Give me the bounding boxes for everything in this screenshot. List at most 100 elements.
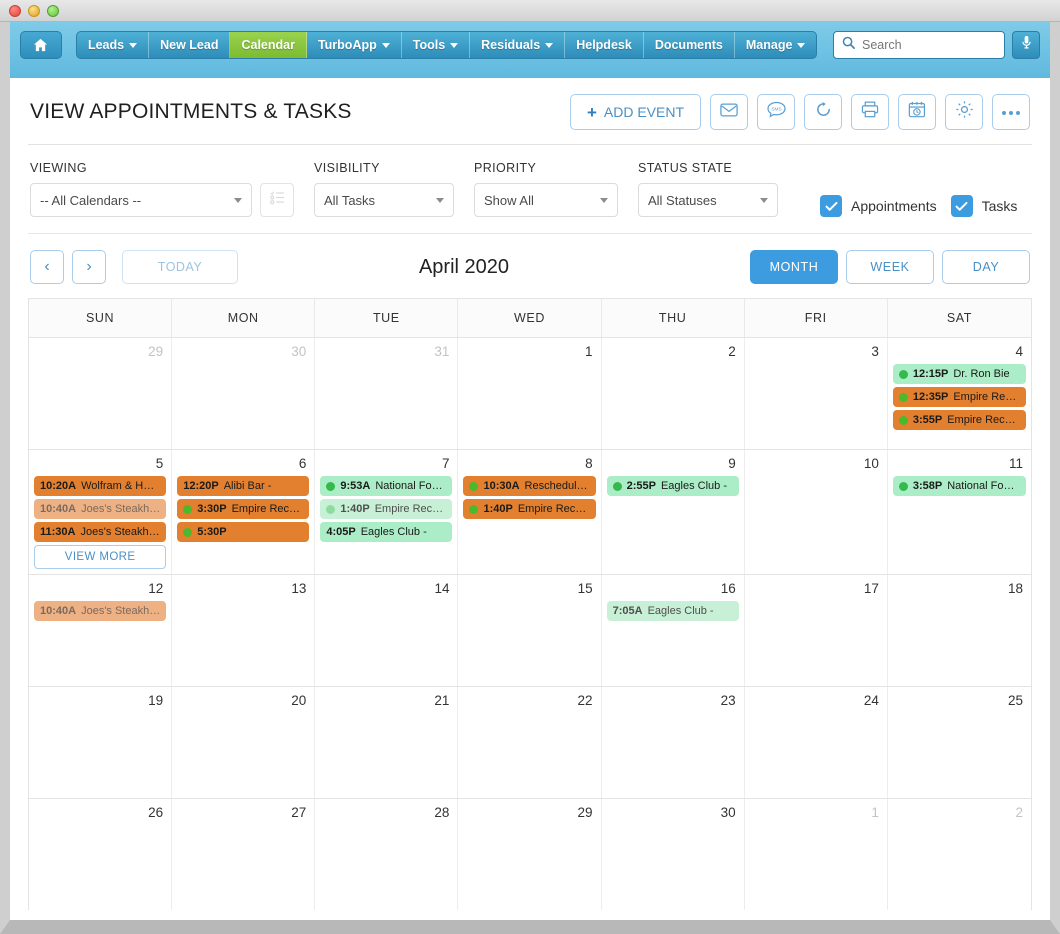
appointments-checkbox[interactable]	[820, 195, 842, 217]
calendar-day-cell[interactable]: 21	[315, 687, 458, 798]
nav-item-turboapp[interactable]: TurboApp	[307, 32, 402, 58]
calendar-day-cell[interactable]: 22	[458, 687, 601, 798]
calendar-event[interactable]: 3:58PNational Fo…	[893, 476, 1026, 496]
calendar-day-cell[interactable]: 510:20AWolfram & H…10:40AJoes's Steakh…1…	[29, 450, 172, 574]
event-time: 12:15P	[913, 368, 948, 380]
calendar-event[interactable]: 1:40PEmpire Rec…	[463, 499, 595, 519]
view-more-button[interactable]: VIEW MORE	[34, 545, 166, 569]
calendar-event[interactable]: 3:30PEmpire Rec…	[177, 499, 309, 519]
calendar-day-cell[interactable]: 2	[602, 338, 745, 449]
nav-item-new-lead[interactable]: New Lead	[149, 32, 230, 58]
event-title: Joes's Steakh…	[81, 503, 160, 515]
refresh-button[interactable]	[804, 94, 842, 130]
appointments-toggle[interactable]: Appointments	[820, 195, 937, 217]
tasks-checkbox[interactable]	[951, 195, 973, 217]
calendar-event[interactable]: 7:05AEagles Club -	[607, 601, 739, 621]
nav-item-documents[interactable]: Documents	[644, 32, 735, 58]
calendar-event[interactable]: 2:55PEagles Club -	[607, 476, 739, 496]
view-button-month[interactable]: MONTH	[750, 250, 838, 284]
calendar-event[interactable]: 12:15PDr. Ron Bie	[893, 364, 1026, 384]
calendar-event[interactable]: 12:35PEmpire Re…	[893, 387, 1026, 407]
visibility-select[interactable]: All Tasks	[314, 183, 454, 217]
window-minimize-button[interactable]	[28, 5, 40, 17]
calendar-day-cell[interactable]: 2	[888, 799, 1031, 910]
search-input[interactable]	[862, 38, 1023, 52]
viewing-select[interactable]: -- All Calendars --	[30, 183, 252, 217]
calendar-event[interactable]: 12:20PAlibi Bar -	[177, 476, 309, 496]
previous-month-button[interactable]: ‹	[30, 250, 64, 284]
calendar-day-cell[interactable]: 28	[315, 799, 458, 910]
view-button-day[interactable]: DAY	[942, 250, 1030, 284]
nav-item-leads[interactable]: Leads	[77, 32, 149, 58]
status-state-select[interactable]: All Statuses	[638, 183, 778, 217]
calendar-day-cell[interactable]: 1	[745, 799, 888, 910]
search-box[interactable]	[833, 31, 1005, 59]
filter-bar: VIEWING -- All Calendars -- VISIBILITY A…	[28, 145, 1032, 234]
calendar-day-cell[interactable]: 24	[745, 687, 888, 798]
calendar-day-cell[interactable]: 27	[172, 799, 315, 910]
weekday-header-thu: THU	[602, 299, 745, 337]
window-close-button[interactable]	[9, 5, 21, 17]
search-icon	[842, 36, 855, 54]
calendar-day-cell[interactable]: 18	[888, 575, 1031, 686]
calendar-day-cell[interactable]: 19	[29, 687, 172, 798]
tasks-toggle[interactable]: Tasks	[951, 195, 1018, 217]
chevron-down-icon	[600, 198, 608, 203]
calendar-day-cell[interactable]: 15	[458, 575, 601, 686]
calendar-day-cell[interactable]: 92:55PEagles Club -	[602, 450, 745, 574]
calendar-day-cell[interactable]: 23	[602, 687, 745, 798]
calendar-day-cell[interactable]: 14	[315, 575, 458, 686]
calendar-event[interactable]: 10:40AJoes's Steakh…	[34, 499, 166, 519]
calendar-event[interactable]: 10:30AReschedul…	[463, 476, 595, 496]
calendar-day-cell[interactable]: 29	[29, 338, 172, 449]
calendar-day-cell[interactable]: 167:05AEagles Club -	[602, 575, 745, 686]
calendar-event[interactable]: 10:20AWolfram & H…	[34, 476, 166, 496]
print-button[interactable]	[851, 94, 889, 130]
email-button[interactable]	[710, 94, 748, 130]
next-month-button[interactable]: ›	[72, 250, 106, 284]
calendar-day-cell[interactable]: 26	[29, 799, 172, 910]
calendar-day-cell[interactable]: 1	[458, 338, 601, 449]
nav-item-residuals[interactable]: Residuals	[470, 32, 565, 58]
calendar-day-cell[interactable]: 13	[172, 575, 315, 686]
calendar-event[interactable]: 4:05PEagles Club -	[320, 522, 452, 542]
add-event-button[interactable]: + ADD EVENT	[570, 94, 701, 130]
calendar-event[interactable]: 5:30P	[177, 522, 309, 542]
nav-item-helpdesk[interactable]: Helpdesk	[565, 32, 644, 58]
event-time: 11:30A	[40, 526, 75, 538]
calendar-day-cell[interactable]: 10	[745, 450, 888, 574]
calendar-event[interactable]: 11:30AJoes's Steakh…	[34, 522, 166, 542]
calendar-day-cell[interactable]: 1210:40AJoes's Steakh…	[29, 575, 172, 686]
calendar-day-cell[interactable]: 31	[315, 338, 458, 449]
calendar-event[interactable]: 10:40AJoes's Steakh…	[34, 601, 166, 621]
calendar-event[interactable]: 3:55PEmpire Rec…	[893, 410, 1026, 430]
more-options-button[interactable]	[992, 94, 1030, 130]
sms-button[interactable]: SMS	[757, 94, 795, 130]
calendar-day-cell[interactable]: 3	[745, 338, 888, 449]
calendar-day-cell[interactable]: 20	[172, 687, 315, 798]
voice-search-button[interactable]	[1012, 31, 1040, 59]
calendar-event[interactable]: 9:53ANational Fo…	[320, 476, 452, 496]
calendar-history-button[interactable]	[898, 94, 936, 130]
calendar-day-cell[interactable]: 29	[458, 799, 601, 910]
calendar-day-cell[interactable]: 25	[888, 687, 1031, 798]
nav-item-manage[interactable]: Manage	[735, 32, 817, 58]
priority-select[interactable]: Show All	[474, 183, 618, 217]
calendar-list-button[interactable]	[260, 183, 294, 217]
home-button[interactable]	[20, 31, 62, 59]
nav-item-calendar[interactable]: Calendar	[230, 32, 307, 58]
settings-button[interactable]	[945, 94, 983, 130]
calendar-day-cell[interactable]: 79:53ANational Fo…1:40PEmpire Rec…4:05PE…	[315, 450, 458, 574]
calendar-day-cell[interactable]: 412:15PDr. Ron Bie12:35PEmpire Re…3:55PE…	[888, 338, 1031, 449]
event-title: Empire Rec…	[518, 503, 586, 515]
view-button-week[interactable]: WEEK	[846, 250, 934, 284]
calendar-day-cell[interactable]: 30	[172, 338, 315, 449]
calendar-day-cell[interactable]: 17	[745, 575, 888, 686]
calendar-day-cell[interactable]: 113:58PNational Fo…	[888, 450, 1031, 574]
calendar-day-cell[interactable]: 810:30AReschedul…1:40PEmpire Rec…	[458, 450, 601, 574]
calendar-day-cell[interactable]: 30	[602, 799, 745, 910]
calendar-event[interactable]: 1:40PEmpire Rec…	[320, 499, 452, 519]
calendar-day-cell[interactable]: 612:20PAlibi Bar -3:30PEmpire Rec…5:30P	[172, 450, 315, 574]
window-zoom-button[interactable]	[47, 5, 59, 17]
nav-item-tools[interactable]: Tools	[402, 32, 470, 58]
